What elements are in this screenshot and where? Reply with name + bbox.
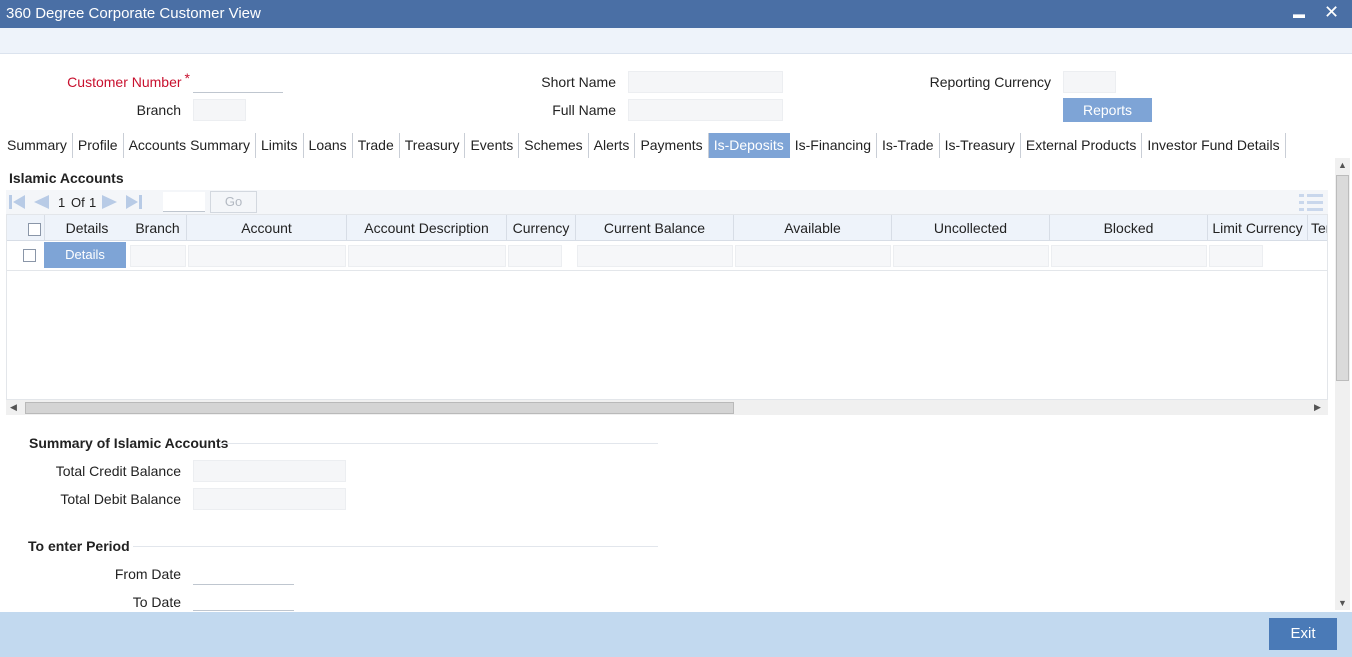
- total-debit-field[interactable]: [193, 488, 346, 510]
- limit-currency-cell[interactable]: [1209, 245, 1263, 267]
- page-number-input[interactable]: [163, 192, 205, 212]
- select-all-cell: [7, 215, 45, 241]
- col-details[interactable]: Details: [45, 215, 129, 241]
- required-mark: *: [184, 70, 190, 86]
- horizontal-scroll-thumb[interactable]: [25, 402, 734, 414]
- tab-profile[interactable]: Profile: [73, 133, 124, 158]
- total-debit-label: Total Debit Balance: [60, 491, 181, 507]
- total-credit-label: Total Credit Balance: [55, 463, 181, 479]
- row-details-button[interactable]: Details: [44, 242, 126, 268]
- scroll-left-icon[interactable]: ◀: [10, 402, 17, 413]
- islamic-accounts-title: Islamic Accounts: [9, 170, 124, 186]
- tab-external-products[interactable]: External Products: [1021, 133, 1143, 158]
- total-pages: 1: [89, 195, 97, 210]
- scroll-up-icon[interactable]: ▲: [1338, 160, 1347, 170]
- col-currency[interactable]: Currency: [507, 215, 576, 241]
- total-credit-field[interactable]: [193, 460, 346, 482]
- col-limit-currency[interactable]: Limit Currency: [1208, 215, 1308, 241]
- select-all-checkbox[interactable]: [28, 223, 41, 236]
- customer-number-field[interactable]: [193, 71, 283, 93]
- first-page-icon[interactable]: [8, 193, 26, 211]
- title-bar: 360 Degree Corporate Customer View ▬ ✕: [0, 0, 1352, 28]
- to-date-label: To Date: [132, 594, 181, 610]
- islamic-accounts-grid: Details Branch Account Account Descripti…: [6, 214, 1328, 414]
- tab-events[interactable]: Events: [465, 133, 520, 158]
- previous-page-icon[interactable]: [32, 193, 50, 211]
- col-blocked[interactable]: Blocked: [1050, 215, 1208, 241]
- go-button[interactable]: Go: [210, 191, 257, 213]
- col-tenor[interactable]: Ten: [1308, 215, 1327, 241]
- from-date-field[interactable]: [193, 563, 294, 585]
- short-name-field[interactable]: [628, 71, 783, 93]
- current-page: 1: [58, 195, 66, 210]
- tab-schemes[interactable]: Schemes: [519, 133, 589, 158]
- reporting-currency-label: Reporting Currency: [929, 74, 1051, 90]
- reporting-currency-field[interactable]: [1063, 71, 1116, 93]
- page-of-label: Of: [71, 195, 85, 210]
- full-name-label: Full Name: [552, 102, 616, 118]
- period-divider: [133, 546, 658, 547]
- tab-summary[interactable]: Summary: [2, 133, 73, 158]
- tab-is-financing[interactable]: Is-Financing: [790, 133, 877, 158]
- col-account-description[interactable]: Account Description: [347, 215, 507, 241]
- from-date-label: From Date: [114, 566, 181, 582]
- tab-alerts[interactable]: Alerts: [589, 133, 636, 158]
- current-balance-cell[interactable]: [577, 245, 733, 267]
- short-name-label: Short Name: [541, 74, 616, 90]
- footer-bar: Exit: [0, 612, 1352, 657]
- tab-bar: Summary Profile Accounts Summary Limits …: [2, 133, 1286, 159]
- period-title: To enter Period: [28, 538, 130, 554]
- toolbar-strip: [0, 28, 1352, 54]
- tab-accounts-summary[interactable]: Accounts Summary: [124, 133, 256, 158]
- currency-cell[interactable]: [508, 245, 562, 267]
- vertical-scrollbar[interactable]: ▲ ▼: [1335, 158, 1350, 610]
- window-title: 360 Degree Corporate Customer View: [6, 5, 261, 22]
- full-name-field[interactable]: [628, 99, 783, 121]
- account-cell[interactable]: [188, 245, 346, 267]
- grid-header: Details Branch Account Account Descripti…: [7, 215, 1327, 241]
- col-available[interactable]: Available: [734, 215, 892, 241]
- col-account[interactable]: Account: [187, 215, 347, 241]
- uncollected-cell[interactable]: [893, 245, 1049, 267]
- row-checkbox[interactable]: [23, 249, 36, 262]
- summary-title: Summary of Islamic Accounts: [29, 435, 229, 451]
- horizontal-scrollbar[interactable]: ◀ ▶: [6, 399, 1328, 415]
- available-cell[interactable]: [735, 245, 891, 267]
- reports-button[interactable]: Reports: [1063, 98, 1152, 122]
- tab-trade[interactable]: Trade: [353, 133, 400, 158]
- blocked-cell[interactable]: [1051, 245, 1207, 267]
- tab-loans[interactable]: Loans: [304, 133, 353, 158]
- column-options-icon[interactable]: [1298, 192, 1324, 212]
- branch-field[interactable]: [193, 99, 246, 121]
- table-row: Details: [7, 241, 1327, 271]
- account-description-cell[interactable]: [348, 245, 506, 267]
- tab-is-treasury[interactable]: Is-Treasury: [940, 133, 1021, 158]
- scroll-down-icon[interactable]: ▼: [1338, 598, 1347, 608]
- branch-cell[interactable]: [130, 245, 186, 267]
- tab-is-deposits[interactable]: Is-Deposits: [708, 133, 790, 158]
- col-current-balance[interactable]: Current Balance: [576, 215, 734, 241]
- col-branch[interactable]: Branch: [129, 215, 187, 241]
- summary-divider: [220, 443, 658, 444]
- tab-limits[interactable]: Limits: [256, 133, 304, 158]
- branch-label: Branch: [136, 102, 181, 118]
- last-page-icon[interactable]: [125, 193, 143, 211]
- exit-button[interactable]: Exit: [1269, 618, 1337, 650]
- vertical-scroll-thumb[interactable]: [1336, 175, 1349, 381]
- tab-investor-fund-details[interactable]: Investor Fund Details: [1142, 133, 1286, 158]
- customer-number-label: Customer Number *: [67, 70, 190, 90]
- tab-is-trade[interactable]: Is-Trade: [877, 133, 940, 158]
- col-uncollected[interactable]: Uncollected: [892, 215, 1050, 241]
- next-page-icon[interactable]: [101, 193, 119, 211]
- pagination-bar: 1 Of 1 Go: [6, 190, 1328, 214]
- scroll-right-icon[interactable]: ▶: [1314, 402, 1321, 413]
- minimize-icon[interactable]: ▬: [1293, 4, 1305, 24]
- to-date-field[interactable]: [193, 591, 294, 611]
- tab-payments[interactable]: Payments: [635, 133, 709, 158]
- close-icon[interactable]: ✕: [1324, 2, 1339, 22]
- tab-treasury[interactable]: Treasury: [400, 133, 466, 158]
